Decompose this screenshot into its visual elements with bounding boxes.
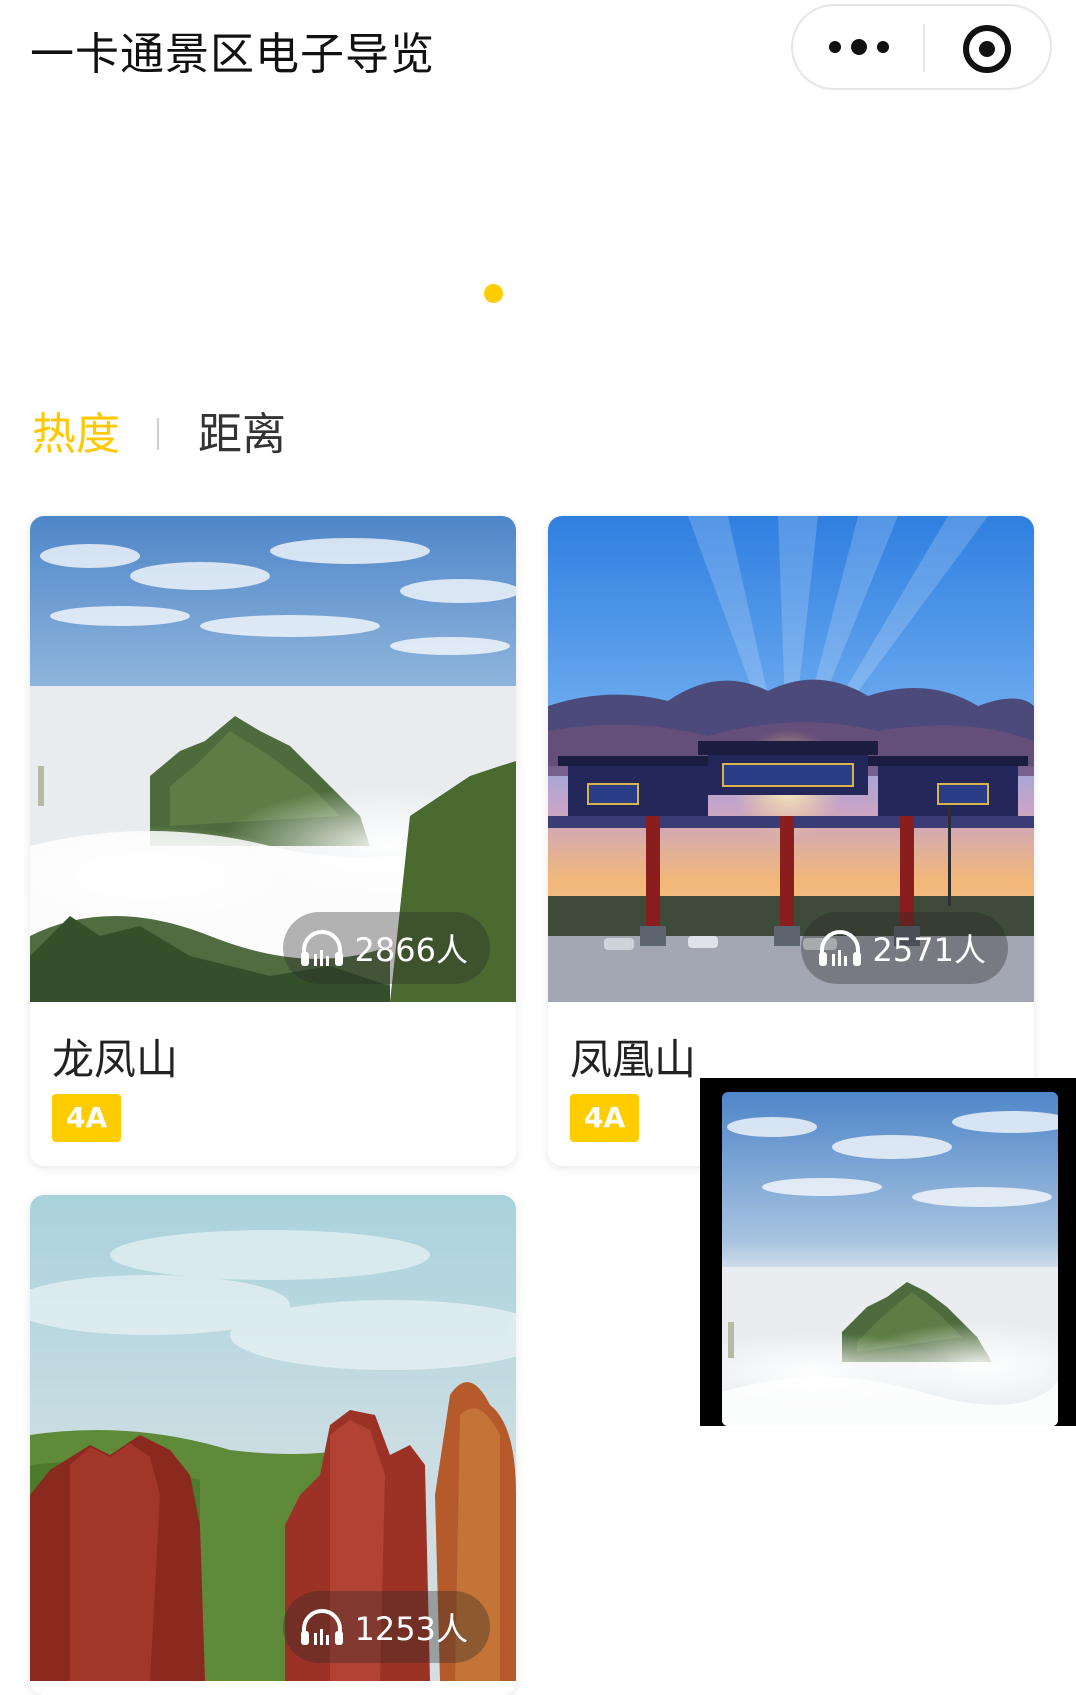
capsule-divider (923, 24, 925, 72)
listen-count-pill: 2571人 (800, 912, 1008, 984)
spot-photo: 1253人 (30, 1195, 516, 1681)
listen-count: 1253人 (354, 1610, 468, 1648)
spot-photo: 2571人 (548, 516, 1034, 1002)
spot-name: 龙凤山 (52, 1035, 179, 1084)
spot-card-fenghuangshan[interactable]: 2571人 凤凰山 4A (548, 516, 1034, 1166)
more-dots-icon-center (851, 39, 867, 55)
headphones-icon (300, 930, 343, 966)
spot-card-longfengshan[interactable]: 2866人 龙凤山 4A (30, 516, 516, 1166)
tab-popularity[interactable]: 热度 (32, 398, 120, 462)
spot-card-third[interactable]: 1253人 (30, 1195, 516, 1695)
more-button[interactable] (795, 6, 923, 88)
floating-preview-window[interactable] (700, 1078, 1076, 1426)
floating-preview-image (722, 1092, 1058, 1426)
more-dots-icon-right (877, 41, 889, 53)
tab-distance[interactable]: 距离 (198, 398, 286, 462)
headphones-icon (818, 930, 861, 966)
headphones-icon (300, 1609, 343, 1645)
more-dots-icon (829, 41, 841, 53)
mini-program-capsule (791, 4, 1052, 90)
listen-count-pill: 2866人 (282, 912, 490, 984)
mountain-clouds-thumbnail (722, 1092, 1058, 1426)
rating-badge: 4A (570, 1094, 640, 1142)
listen-count: 2571人 (872, 931, 986, 969)
target-close-icon[interactable] (963, 25, 1011, 73)
listen-count: 2866人 (354, 931, 468, 969)
listen-count-pill: 1253人 (282, 1591, 490, 1663)
banner-indicator-dot[interactable] (484, 284, 503, 303)
tab-divider (157, 418, 159, 450)
rating-badge: 4A (52, 1094, 122, 1142)
top-nav-bar: 一卡通景区电子导览 (0, 0, 1076, 100)
page-title: 一卡通景区电子导览 (30, 29, 435, 80)
spot-photo: 2866人 (30, 516, 516, 1002)
spot-name: 凤凰山 (570, 1035, 697, 1084)
